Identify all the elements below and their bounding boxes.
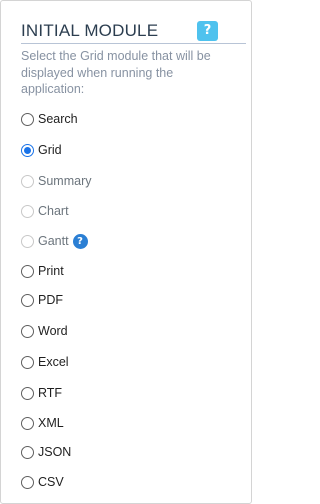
option-label: JSON xyxy=(38,445,72,459)
option-label: Print xyxy=(38,264,64,278)
option-label: Word xyxy=(38,324,68,338)
option-label: RTF xyxy=(38,386,63,400)
option-label: Grid xyxy=(38,143,62,157)
option-search[interactable]: Search xyxy=(21,111,78,127)
option-json[interactable]: JSON xyxy=(21,444,71,460)
option-label: Search xyxy=(38,112,78,126)
option-label: XML xyxy=(38,416,64,430)
section-title: INITIAL MODULE xyxy=(21,21,159,40)
radio-button[interactable] xyxy=(21,445,34,459)
radio-button[interactable] xyxy=(21,416,34,430)
option-gantt: Gantt ? xyxy=(21,233,88,249)
option-label: Gantt xyxy=(38,234,69,248)
initial-module-panel: INITIAL MODULE ? Select the Grid module … xyxy=(0,0,252,504)
option-label: Summary xyxy=(38,174,92,188)
radio-button[interactable] xyxy=(21,324,34,338)
option-label: CSV xyxy=(38,475,64,489)
section-description: Select the Grid module that will be disp… xyxy=(21,49,211,96)
option-print[interactable]: Print xyxy=(21,263,64,279)
option-rtf[interactable]: RTF xyxy=(21,385,62,401)
option-word[interactable]: Word xyxy=(21,323,68,339)
help-icon[interactable]: ? xyxy=(197,21,218,41)
radio-button[interactable] xyxy=(21,386,34,400)
option-pdf[interactable]: PDF xyxy=(21,292,63,308)
option-csv[interactable]: CSV xyxy=(21,474,64,490)
radio-button[interactable] xyxy=(21,293,34,307)
option-grid[interactable]: Grid xyxy=(21,142,62,158)
radio-button[interactable] xyxy=(21,264,34,278)
option-summary: Summary xyxy=(21,173,91,189)
option-label: Chart xyxy=(38,204,69,218)
section-header: INITIAL MODULE ? xyxy=(21,21,246,44)
option-label: Excel xyxy=(38,355,69,369)
radio-button[interactable] xyxy=(21,475,34,489)
option-chart: Chart xyxy=(21,203,69,219)
option-xml[interactable]: XML xyxy=(21,415,64,431)
radio-button[interactable] xyxy=(21,355,34,369)
radio-button xyxy=(21,174,34,188)
radio-button xyxy=(21,204,34,218)
option-excel[interactable]: Excel xyxy=(21,354,69,370)
radio-button[interactable] xyxy=(21,112,34,126)
radio-button xyxy=(21,234,34,248)
radio-button[interactable] xyxy=(21,143,34,157)
option-label: PDF xyxy=(38,293,63,307)
gantt-help-icon[interactable]: ? xyxy=(72,233,88,249)
